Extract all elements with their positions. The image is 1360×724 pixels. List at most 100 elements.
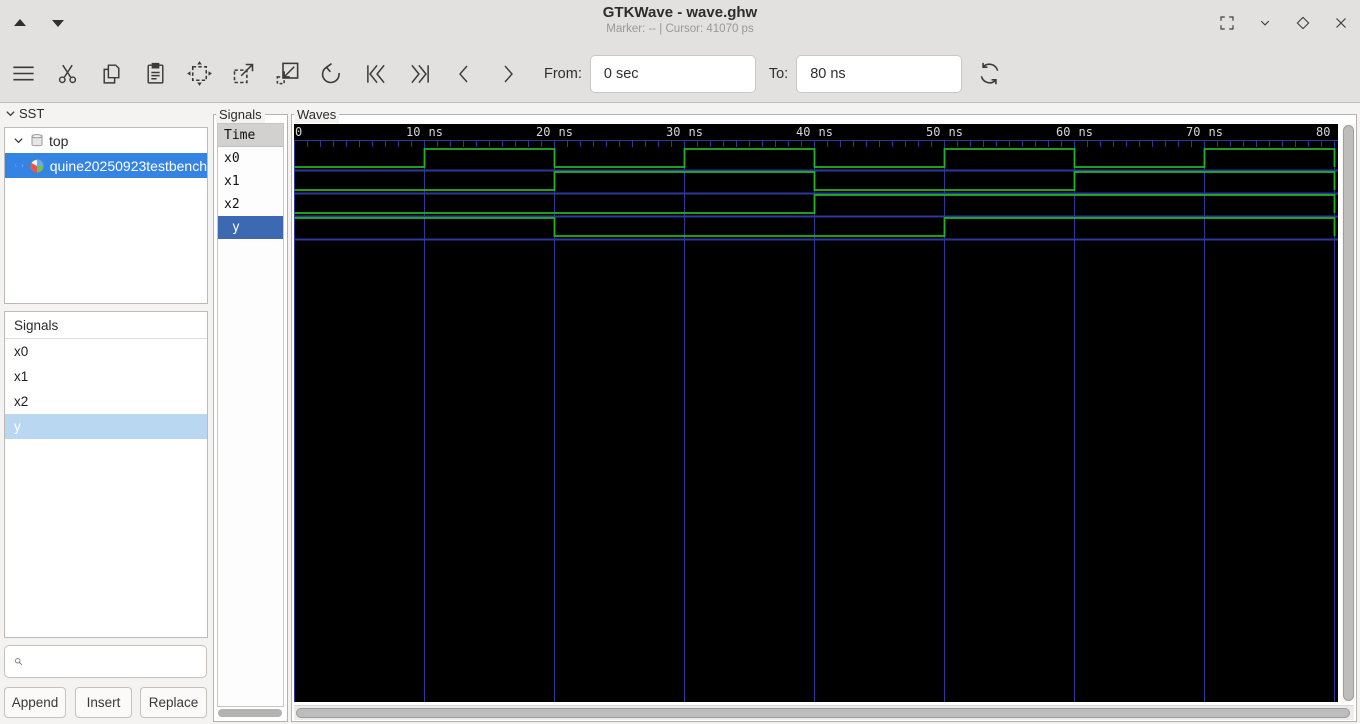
chevron-right-icon xyxy=(503,65,513,82)
waves-panel: Waves 010ns20ns30ns40ns50ns60ns70ns80ns xyxy=(291,106,1357,722)
scissors-icon xyxy=(58,64,77,84)
hamburger-menu-icon xyxy=(13,66,34,81)
svg-text:ns: ns xyxy=(949,125,963,139)
close-button[interactable] xyxy=(1328,10,1354,36)
search-input[interactable] xyxy=(29,646,206,677)
marker-cursor-status: Marker: -- | Cursor: 41070 ps xyxy=(606,23,754,35)
signal-name-x2[interactable]: x2 xyxy=(218,193,283,216)
restore-button[interactable] xyxy=(1290,10,1316,36)
signals-names-panel: Signals Time x0 x1 x2 y xyxy=(213,106,288,722)
paste-icon xyxy=(147,62,164,84)
module-sphere-icon xyxy=(29,158,45,174)
diamond-icon xyxy=(1296,16,1310,29)
signals-frame-label: Signals xyxy=(216,106,265,123)
copy-button[interactable] xyxy=(98,60,125,87)
tree-item-top[interactable]: top xyxy=(5,128,207,153)
waves-vertical-scrollbar[interactable] xyxy=(1342,124,1355,702)
signal-name-list: Time x0 x1 x2 y xyxy=(217,123,284,707)
zoom-fit-button[interactable] xyxy=(186,60,213,87)
next-edge-button[interactable] xyxy=(494,60,521,87)
shift-up-button[interactable] xyxy=(8,11,32,35)
signal-name-x0[interactable]: x0 xyxy=(218,147,283,170)
svg-text:0: 0 xyxy=(295,125,302,139)
undo-button[interactable] xyxy=(318,60,345,87)
list-item-x0[interactable]: x0 xyxy=(5,339,207,364)
to-label: To: xyxy=(768,65,789,82)
list-item-x2[interactable]: x2 xyxy=(5,389,207,414)
go-to-start-button[interactable] xyxy=(362,60,389,87)
shift-down-button[interactable] xyxy=(46,11,70,35)
waves-frame-label: Waves xyxy=(294,106,340,123)
insert-button[interactable]: Insert xyxy=(75,687,132,718)
window-title: GTKWave - wave.ghw xyxy=(602,4,758,21)
expander-right-icon[interactable] xyxy=(21,160,24,171)
svg-text:40: 40 xyxy=(796,125,810,139)
zoom-fit-icon xyxy=(187,61,212,86)
wave-canvas-area[interactable]: 010ns20ns30ns40ns50ns60ns70ns80ns xyxy=(294,124,1353,702)
expander-down-icon[interactable] xyxy=(13,135,24,146)
chevron-down-icon xyxy=(1260,20,1270,26)
svg-text:60: 60 xyxy=(1056,125,1070,139)
sst-label: SST xyxy=(19,105,45,121)
copy-icon xyxy=(103,64,120,84)
zoom-out-icon xyxy=(276,62,299,85)
svg-text:20: 20 xyxy=(536,125,550,139)
from-input[interactable] xyxy=(589,54,756,93)
fullscreen-button[interactable] xyxy=(1214,10,1240,36)
go-to-end-button[interactable] xyxy=(406,60,433,87)
previous-edge-button[interactable] xyxy=(450,60,477,87)
tree-item-testbench[interactable]: quine20250923testbench xyxy=(5,153,207,178)
append-button[interactable]: Append xyxy=(4,687,66,718)
svg-text:ns: ns xyxy=(559,125,573,139)
zoom-in-icon xyxy=(233,63,254,84)
database-icon xyxy=(30,133,44,148)
chevron-left-icon xyxy=(458,65,468,82)
svg-text:ns: ns xyxy=(819,125,833,139)
wave-canvas[interactable]: 010ns20ns30ns40ns50ns60ns70ns80ns xyxy=(294,124,1353,702)
svg-text:10: 10 xyxy=(406,125,420,139)
sst-expander[interactable]: SST xyxy=(5,104,44,122)
signal-name-x1[interactable]: x1 xyxy=(218,170,283,193)
signal-search-list: Signals x0 x1 x2 y xyxy=(4,311,208,638)
horizontal-scrollbar-thumb[interactable] xyxy=(296,708,1350,718)
svg-text:30: 30 xyxy=(666,125,680,139)
main-area: SST top quine20250923testbench Signals x… xyxy=(0,103,1360,724)
gtkwave-window: GTKWave - wave.ghw Marker: -- | Cursor: … xyxy=(0,0,1360,724)
fullscreen-icon xyxy=(1220,15,1234,30)
names-horizontal-scrollbar[interactable] xyxy=(218,709,282,717)
svg-text:50: 50 xyxy=(926,125,940,139)
reload-button[interactable] xyxy=(976,60,1003,87)
minimize-button[interactable] xyxy=(1252,10,1278,36)
waves-horizontal-scrollbar[interactable] xyxy=(294,705,1354,720)
signals-column-header[interactable]: Signals xyxy=(5,312,207,339)
time-header[interactable]: Time xyxy=(218,124,283,147)
undo-icon xyxy=(321,62,340,84)
signal-filter-field[interactable] xyxy=(4,645,207,678)
cut-button[interactable] xyxy=(54,60,81,87)
svg-text:ns: ns xyxy=(429,125,443,139)
reload-icon xyxy=(980,62,999,85)
sst-tree: top quine20250923testbench xyxy=(4,127,208,304)
zoom-in-button[interactable] xyxy=(230,60,257,87)
search-icon xyxy=(15,658,23,666)
svg-text:80: 80 xyxy=(1316,125,1330,139)
menu-button[interactable] xyxy=(10,60,37,87)
zoom-out-button[interactable] xyxy=(274,60,301,87)
tree-item-label: quine20250923testbench xyxy=(49,157,207,174)
titlebar: GTKWave - wave.ghw Marker: -- | Cursor: … xyxy=(0,0,1360,45)
skip-to-end-icon xyxy=(410,64,429,83)
signal-name-y[interactable]: y xyxy=(218,216,283,239)
replace-button[interactable]: Replace xyxy=(140,687,207,718)
list-item-y[interactable]: y xyxy=(5,414,207,439)
tree-branch-line xyxy=(15,163,19,167)
to-input[interactable] xyxy=(796,54,963,93)
svg-text:ns: ns xyxy=(1209,125,1223,139)
toolbar: From: To: xyxy=(0,45,1360,103)
list-item-x1[interactable]: x1 xyxy=(5,364,207,389)
skip-to-start-icon xyxy=(366,64,385,83)
paste-button[interactable] xyxy=(142,60,169,87)
triangle-down-icon xyxy=(52,19,64,27)
svg-text:ns: ns xyxy=(689,125,703,139)
close-icon xyxy=(1336,17,1346,28)
vertical-scrollbar-thumb[interactable] xyxy=(1343,125,1354,701)
